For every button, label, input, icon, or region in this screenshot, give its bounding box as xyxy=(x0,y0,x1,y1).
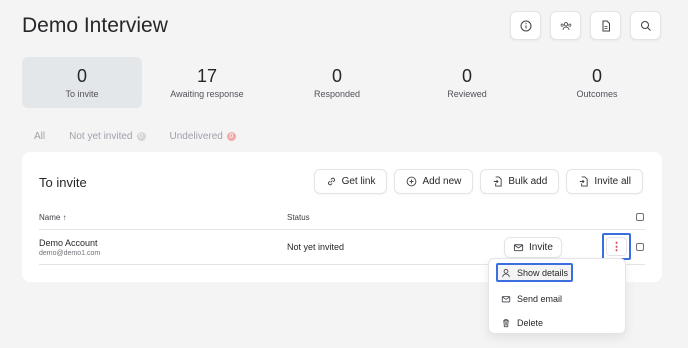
search-icon xyxy=(640,20,651,31)
filter-tabs: All Not yet invited 0 Undelivered 0 xyxy=(34,131,236,142)
filter-label: Not yet invited xyxy=(69,131,133,142)
mail-icon xyxy=(501,295,511,302)
file-send-icon xyxy=(580,176,588,187)
button-label: Get link xyxy=(341,176,376,187)
row-checkbox[interactable] xyxy=(636,243,644,251)
row-status: Not yet invited xyxy=(287,242,345,252)
row-menu-button[interactable]: ⋮ xyxy=(602,233,631,260)
mail-icon xyxy=(513,244,524,252)
file-import-icon xyxy=(494,176,503,187)
count-badge: 0 xyxy=(226,132,236,141)
stat-awaiting-response[interactable]: 17 Awaiting response xyxy=(142,57,272,108)
filter-label: Undelivered xyxy=(169,131,223,142)
user-icon xyxy=(502,268,510,277)
button-label: Add new xyxy=(422,176,462,187)
stat-value: 17 xyxy=(196,66,218,86)
document-icon xyxy=(602,20,610,31)
stat-label: Responded xyxy=(313,89,361,99)
page-title: Demo Interview xyxy=(22,14,168,37)
add-new-button[interactable]: Add new xyxy=(394,169,474,194)
row-actions-menu: Show details Send email Delete xyxy=(488,258,626,334)
users-icon xyxy=(560,21,571,30)
invite-all-button[interactable]: Invite all xyxy=(566,169,643,194)
plus-circle-icon xyxy=(407,176,417,187)
kebab-menu-icon: ⋮ xyxy=(606,237,627,256)
filter-not-yet-invited[interactable]: Not yet invited 0 xyxy=(69,131,146,142)
menu-item-label: Show details xyxy=(517,267,569,278)
count-badge: 0 xyxy=(136,132,146,141)
row-name: Demo Account xyxy=(39,238,98,248)
menu-item-send-email[interactable]: Send email xyxy=(497,289,566,308)
menu-item-delete[interactable]: Delete xyxy=(497,313,547,332)
top-actions xyxy=(510,11,661,40)
column-header-status: Status xyxy=(287,213,310,222)
card-title: To invite xyxy=(39,175,87,190)
button-label: Bulk add xyxy=(508,176,548,187)
stat-value: 0 xyxy=(591,66,602,86)
stat-outcomes[interactable]: 0 Outcomes xyxy=(532,57,662,108)
filter-undelivered[interactable]: Undelivered 0 xyxy=(170,131,236,142)
get-link-button[interactable]: Get link xyxy=(313,169,388,194)
stats-bar: 0 To invite 17 Awaiting response 0 Respo… xyxy=(22,57,662,108)
document-button[interactable] xyxy=(590,11,621,40)
stat-label: Awaiting response xyxy=(170,89,244,99)
row-invite-button[interactable]: Invite xyxy=(504,237,562,258)
row-email: demo@demo1.com xyxy=(39,250,101,257)
button-label: Invite all xyxy=(594,176,631,187)
button-label: Invite xyxy=(529,242,553,253)
menu-item-label: Delete xyxy=(517,317,544,328)
filter-label: All xyxy=(34,131,46,142)
trash-icon xyxy=(503,318,509,327)
stat-responded[interactable]: 0 Responded xyxy=(272,57,402,108)
menu-item-label: Send email xyxy=(517,293,563,304)
users-button[interactable] xyxy=(550,11,581,40)
menu-item-show-details[interactable]: Show details xyxy=(496,263,574,282)
header-divider xyxy=(39,229,645,230)
info-icon xyxy=(520,20,531,31)
stat-label: Outcomes xyxy=(576,89,618,99)
info-button[interactable] xyxy=(510,11,541,40)
card-actions: Get link Add new Bulk add Invite all xyxy=(313,169,643,194)
stat-value: 0 xyxy=(76,66,87,86)
stat-reviewed[interactable]: 0 Reviewed xyxy=(402,57,532,108)
stat-value: 0 xyxy=(331,66,342,86)
select-all-checkbox[interactable] xyxy=(636,213,644,221)
filter-all[interactable]: All xyxy=(34,131,45,142)
stat-value: 0 xyxy=(461,66,472,86)
link-icon xyxy=(327,177,335,186)
search-button[interactable] xyxy=(630,11,661,40)
stat-label: To invite xyxy=(65,89,99,99)
bulk-add-button[interactable]: Bulk add xyxy=(480,169,560,194)
stat-label: Reviewed xyxy=(447,89,487,99)
stat-to-invite[interactable]: 0 To invite xyxy=(22,57,142,108)
column-header-name[interactable]: Name ↑ xyxy=(39,213,67,222)
